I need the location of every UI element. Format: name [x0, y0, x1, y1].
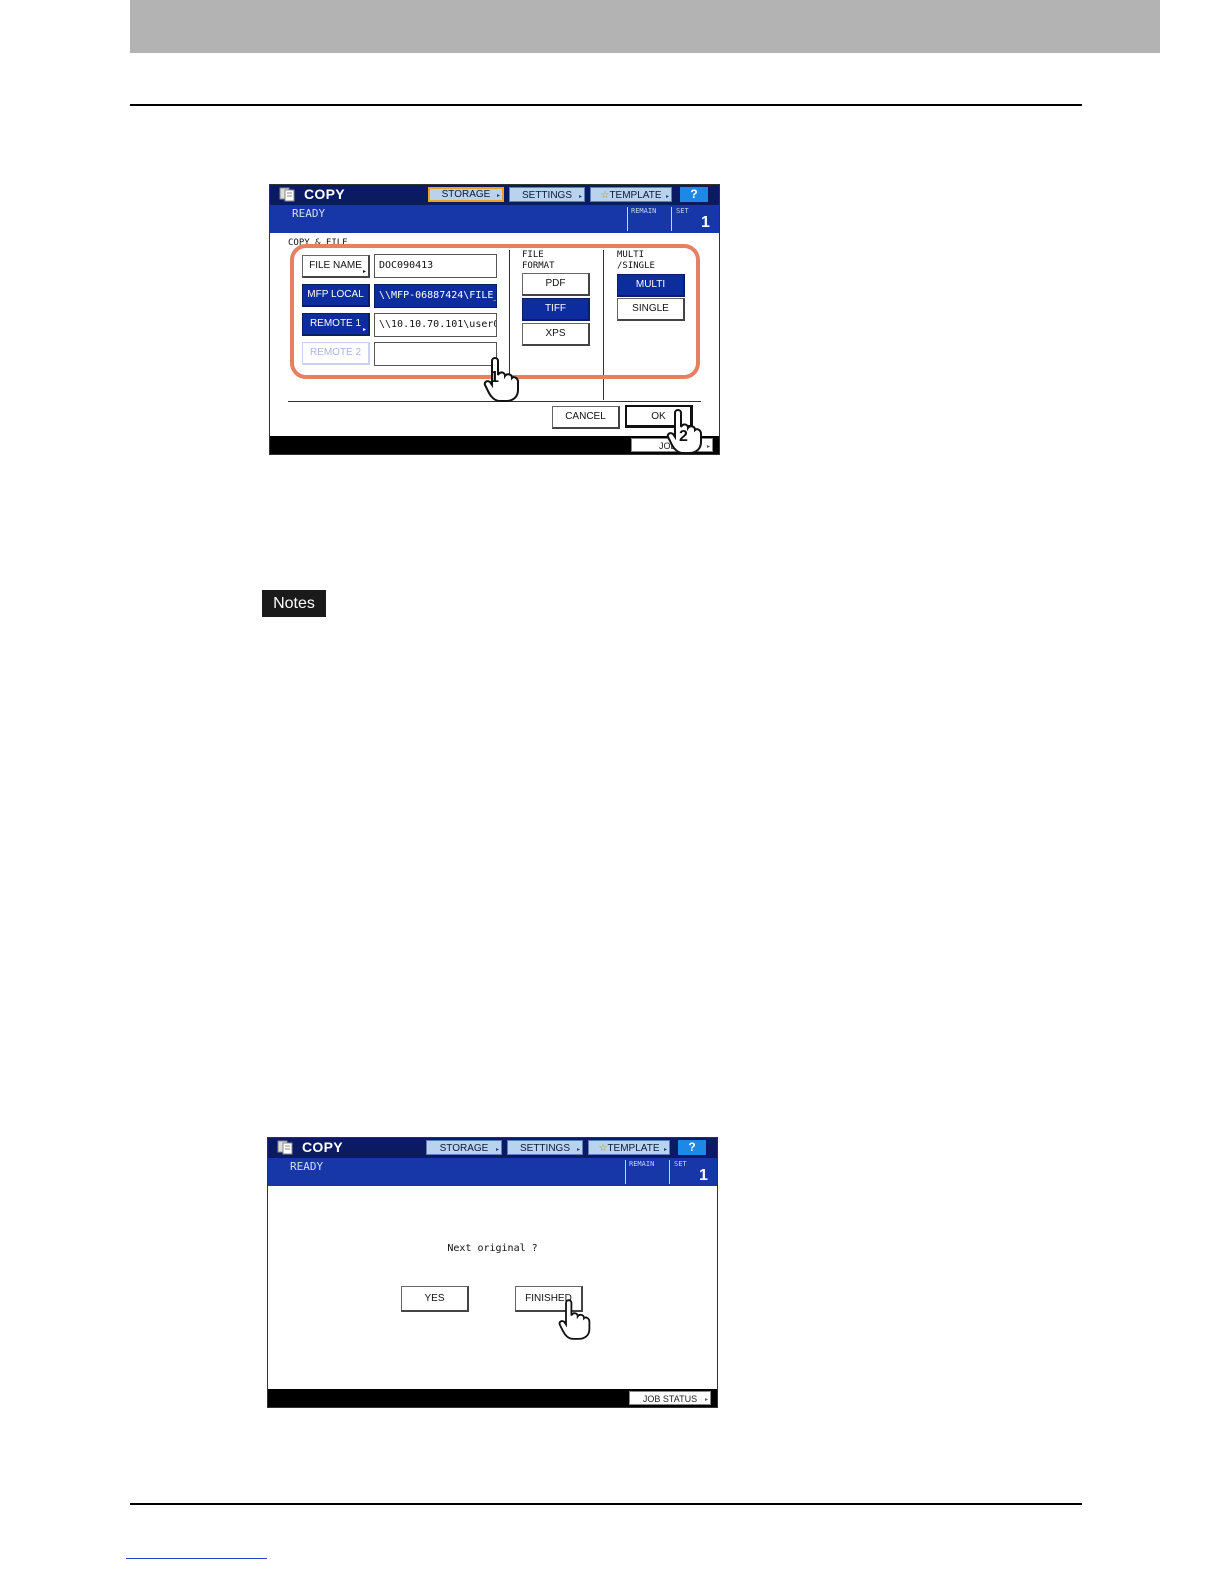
footer-link-underline: [126, 1558, 267, 1559]
status-separator: [625, 1160, 626, 1184]
settings-button[interactable]: SETTINGS ▸: [509, 187, 585, 202]
notes-badge: Notes: [262, 590, 326, 617]
yes-button[interactable]: YES: [401, 1286, 469, 1312]
copy-icon: [277, 1140, 293, 1155]
settings-button[interactable]: SETTINGS ▸: [507, 1140, 583, 1155]
copy-icon: [279, 187, 295, 202]
remain-label: REMAIN: [629, 1160, 655, 1168]
storage-button[interactable]: STORAGE ▸: [426, 1140, 502, 1155]
status-separator: [671, 207, 672, 231]
set-label: SET: [674, 1160, 687, 1168]
hand-pointer-icon: [483, 357, 519, 402]
help-button[interactable]: ?: [680, 187, 708, 202]
app-title: COPY: [304, 186, 345, 202]
header-band: [130, 0, 1160, 53]
set-count: 1: [699, 1167, 708, 1184]
help-button[interactable]: ?: [678, 1140, 706, 1155]
bottom-rule: [130, 1503, 1082, 1505]
template-button[interactable]: ☆TEMPLATE ▸: [590, 187, 672, 202]
callout-number: 2: [679, 428, 688, 445]
set-count: 1: [701, 214, 710, 231]
next-original-question: Next original ?: [447, 1243, 538, 1254]
hand-pointer-icon: [558, 1299, 591, 1340]
app-title: COPY: [302, 1139, 343, 1155]
remain-label: REMAIN: [631, 207, 657, 215]
top-rule: [130, 104, 1082, 106]
storage-button[interactable]: STORAGE ▸: [428, 187, 504, 202]
ready-status: READY: [292, 207, 326, 220]
status-separator: [627, 207, 628, 231]
ready-status: READY: [290, 1160, 324, 1173]
template-button[interactable]: ☆TEMPLATE ▸: [588, 1140, 670, 1155]
next-original-panel: COPY STORAGE ▸ SETTINGS ▸ ☆TEMPLATE ▸ ? REA…: [267, 1137, 718, 1408]
cancel-button[interactable]: CANCEL: [552, 406, 620, 429]
job-status-button[interactable]: JOB STATUS ▸: [629, 1391, 711, 1405]
copy-file-panel: COPY STORAGE ▸ SETTINGS ▸ ☆TEMPLATE ▸ ? REA…: [269, 184, 720, 455]
callout-number: 1: [490, 369, 499, 386]
set-label: SET: [676, 207, 689, 215]
status-separator: [669, 1160, 670, 1184]
